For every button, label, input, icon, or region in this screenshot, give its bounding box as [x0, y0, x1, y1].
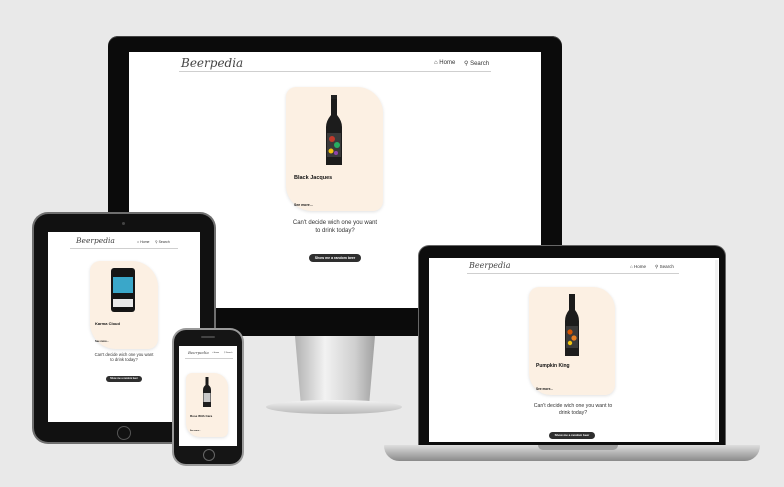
can-label-text: SOLDOUT	[115, 308, 128, 311]
beer-bottle-image	[565, 294, 579, 356]
random-beer-button[interactable]: Show me a random beer	[309, 254, 361, 262]
nav-home-label: Home	[439, 60, 456, 66]
scrollbar[interactable]	[715, 260, 718, 440]
see-more-link[interactable]: See more...	[536, 387, 553, 391]
beer-card[interactable]: SOLDOUT Karma Cloud See more...	[90, 261, 158, 349]
phone-home-button[interactable]	[203, 449, 215, 461]
nav-home-label: Home	[140, 240, 150, 244]
header-divider	[70, 248, 178, 249]
nav-search-label: Search	[158, 240, 170, 244]
see-more-link[interactable]: See more...	[95, 340, 109, 343]
nav-home-link[interactable]: ⌂ Home	[137, 240, 149, 244]
site-logo[interactable]: Beerpedia	[76, 236, 115, 245]
nav-search-label: Search	[659, 264, 674, 269]
phone-speaker-icon	[201, 336, 215, 338]
beer-name: Black Jacques	[294, 175, 333, 181]
random-prompt: Can't decide wich one you want to drink …	[292, 220, 378, 234]
header-divider	[467, 273, 679, 274]
header-divider	[179, 71, 491, 72]
header-divider	[185, 358, 233, 359]
beer-can-image	[111, 268, 135, 312]
home-icon: ⌂	[137, 240, 140, 244]
tablet-camera-icon	[122, 222, 125, 225]
beer-card[interactable]: Pumpkin King See more...	[529, 287, 615, 395]
random-beer-button[interactable]: Show me a random beer	[549, 432, 595, 439]
phone-screen: Beerpedia ⌂ Home ⚲ Search Rose With Cara…	[179, 346, 237, 446]
beer-card[interactable]: Rose With Cara See more...	[186, 373, 228, 437]
see-more-link[interactable]: See more...	[190, 430, 201, 432]
nav-home-label: Home	[213, 352, 220, 354]
site-logo[interactable]: Beerpedia	[469, 261, 510, 270]
search-icon: ⚲	[655, 264, 659, 269]
nav-search-link[interactable]: ⚲ Search	[155, 240, 170, 244]
beer-name: Pumpkin King	[536, 363, 570, 369]
search-icon: ⚲	[155, 240, 158, 244]
nav-home-label: Home	[633, 264, 646, 269]
random-prompt: Can't decide wich one you want to drink …	[533, 403, 613, 416]
nav-search-label: Search	[470, 61, 490, 67]
nav-home-link[interactable]: ⌂ Home	[434, 60, 455, 66]
tablet-home-button[interactable]	[117, 426, 131, 440]
site-logo[interactable]: Beerpedia	[188, 350, 209, 355]
nav-home-link[interactable]: ⌂ Home	[630, 264, 646, 269]
search-icon: ⚲	[464, 61, 469, 67]
beer-card[interactable]: Black Jacques See more...	[286, 87, 383, 211]
home-icon: ⌂	[434, 60, 438, 66]
nav-search-link[interactable]: ⚲ Search	[464, 60, 489, 67]
beer-name: Karma Cloud	[95, 321, 120, 326]
monitor-stand-base	[266, 400, 402, 414]
nav-search-link[interactable]: ⚲ Search	[224, 352, 232, 354]
laptop-notch	[538, 445, 618, 450]
home-icon: ⌂	[630, 264, 633, 269]
beer-name: Rose With Cara	[190, 414, 213, 418]
beer-bottle-image	[203, 377, 211, 407]
monitor-stand	[295, 336, 375, 406]
site-logo[interactable]: Beerpedia	[181, 56, 243, 70]
random-prompt: Can't decide wich one you want to drink …	[94, 352, 154, 363]
nav-search-label: Search	[226, 352, 233, 354]
random-beer-button[interactable]: Show me a random beer	[106, 376, 142, 382]
nav-home-link[interactable]: ⌂ Home	[212, 352, 219, 354]
nav-search-link[interactable]: ⚲ Search	[655, 264, 674, 270]
see-more-link[interactable]: See more...	[294, 203, 313, 207]
laptop-screen: Beerpedia ⌂ Home ⚲ Search Pumpkin King S…	[429, 258, 719, 442]
beer-bottle-image	[326, 95, 342, 165]
